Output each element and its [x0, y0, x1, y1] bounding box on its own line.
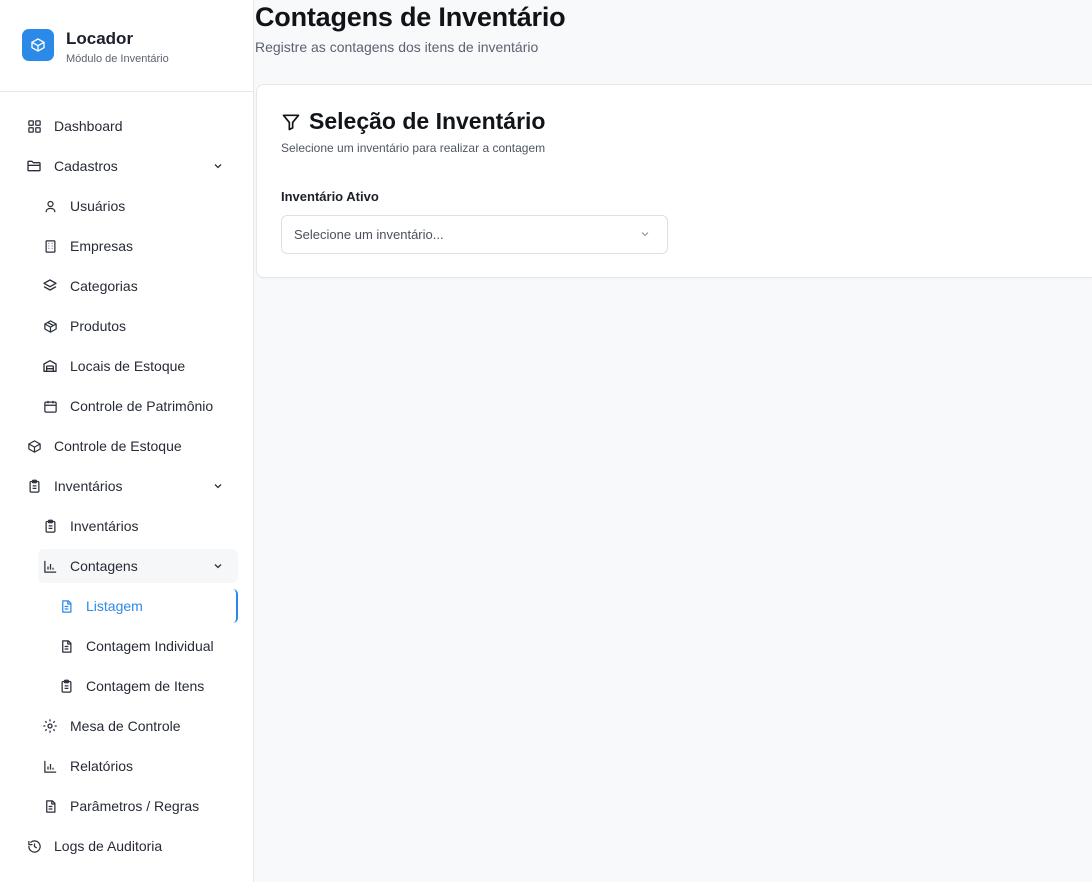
sidebar-item-label: Cadastros	[54, 158, 118, 174]
calendar-icon	[42, 398, 58, 414]
sidebar-item-controle-de-patrimonio[interactable]: Controle de Patrimônio	[42, 389, 226, 423]
sidebar-item-categorias[interactable]: Categorias	[42, 269, 226, 303]
sidebar-item-label: Usuários	[70, 198, 126, 214]
sidebar-item-logs-de-auditoria[interactable]: Logs de Auditoria	[26, 829, 226, 863]
active-indicator	[233, 589, 238, 623]
sidebar-item-label: Inventários	[70, 518, 139, 534]
sidebar-item-label: Contagem Individual	[86, 638, 214, 654]
app-subtitle: Módulo de Inventário	[66, 53, 169, 65]
file-text-icon	[58, 598, 74, 614]
sidebar-item-locais-de-estoque[interactable]: Locais de Estoque	[42, 349, 226, 383]
card-title: Seleção de Inventário	[281, 108, 545, 135]
select-placeholder: Selecione um inventário...	[294, 227, 444, 242]
page-subtitle: Registre as contagens dos itens de inven…	[255, 39, 539, 55]
sidebar-item-produtos[interactable]: Produtos	[42, 309, 226, 343]
app-name: Locador	[66, 29, 134, 48]
card-subtitle: Selecione um inventário para realizar a …	[281, 141, 546, 155]
sidebar-item-label: Empresas	[70, 238, 134, 254]
chevron-down-icon	[210, 478, 226, 494]
sidebar: Locador Módulo de Inventário Dashboard C…	[0, 0, 254, 882]
sidebar-item-label: Produtos	[70, 318, 127, 334]
cube-icon	[22, 29, 54, 61]
chevron-down-icon	[210, 158, 226, 174]
package-icon	[42, 318, 58, 334]
card-title-text: Seleção de Inventário	[309, 108, 546, 134]
history-icon	[26, 838, 42, 854]
sidebar-item-empresas[interactable]: Empresas	[42, 229, 226, 263]
file-text-icon	[58, 638, 74, 654]
sidebar-item-parametros-regras[interactable]: Parâmetros / Regras	[42, 789, 226, 823]
field-label: Inventário Ativo	[281, 189, 379, 204]
bar-chart-icon	[42, 758, 58, 774]
sidebar-item-label: Controle de Estoque	[54, 438, 182, 454]
sidebar-item-dashboard[interactable]: Dashboard	[26, 109, 226, 143]
sidebar-item-label: Contagem de Itens	[86, 678, 205, 694]
clipboard-list-icon	[58, 678, 74, 694]
warehouse-icon	[42, 358, 58, 374]
sidebar-item-label: Listagem	[86, 598, 143, 614]
sidebar-item-label: Categorias	[70, 278, 138, 294]
inventory-selection-card: Seleção de Inventário Selecione um inven…	[256, 84, 1092, 278]
sidebar-item-label: Contagens	[70, 558, 138, 574]
chevron-down-icon	[639, 228, 653, 242]
building-icon	[42, 238, 58, 254]
page-title: Contagens de Inventário	[255, 2, 566, 32]
brand-header: Locador Módulo de Inventário	[0, 0, 253, 92]
sidebar-item-contagem-de-itens[interactable]: Contagem de Itens	[58, 669, 226, 703]
filter-icon	[281, 112, 301, 132]
settings-icon	[42, 718, 58, 734]
sidebar-item-label: Logs de Auditoria	[54, 838, 163, 854]
box-icon	[26, 438, 42, 454]
sidebar-item-listagem[interactable]: Listagem	[58, 589, 226, 623]
sidebar-item-label: Locais de Estoque	[70, 358, 186, 374]
sidebar-item-label: Relatórios	[70, 758, 134, 774]
sidebar-item-label: Controle de Patrimônio	[70, 398, 214, 414]
chevron-down-icon	[210, 558, 226, 574]
layers-icon	[42, 278, 58, 294]
sidebar-item-relatorios[interactable]: Relatórios	[42, 749, 226, 783]
sidebar-item-contagem-individual[interactable]: Contagem Individual	[58, 629, 226, 663]
bar-chart-icon	[42, 558, 58, 574]
sidebar-item-label: Parâmetros / Regras	[70, 798, 200, 814]
sidebar-item-usuarios[interactable]: Usuários	[42, 189, 226, 223]
file-text-icon	[42, 798, 58, 814]
sidebar-item-inventarios[interactable]: Inventários	[42, 509, 226, 543]
sidebar-item-label: Mesa de Controle	[70, 718, 181, 734]
sidebar-item-cadastros[interactable]: Cadastros	[26, 149, 226, 183]
sidebar-item-controle-de-estoque[interactable]: Controle de Estoque	[26, 429, 226, 463]
sidebar-item-inventarios-group[interactable]: Inventários	[26, 469, 226, 503]
folder-icon	[26, 158, 42, 174]
sidebar-item-label: Dashboard	[54, 118, 123, 134]
sidebar-item-label: Inventários	[54, 478, 123, 494]
clipboard-icon	[26, 478, 42, 494]
sidebar-item-mesa-de-controle[interactable]: Mesa de Controle	[42, 709, 226, 743]
sidebar-item-contagens[interactable]: Contagens	[42, 549, 226, 583]
grid-icon	[26, 118, 42, 134]
inventory-select[interactable]: Selecione um inventário...	[281, 215, 668, 254]
user-icon	[42, 198, 58, 214]
clipboard-icon	[42, 518, 58, 534]
